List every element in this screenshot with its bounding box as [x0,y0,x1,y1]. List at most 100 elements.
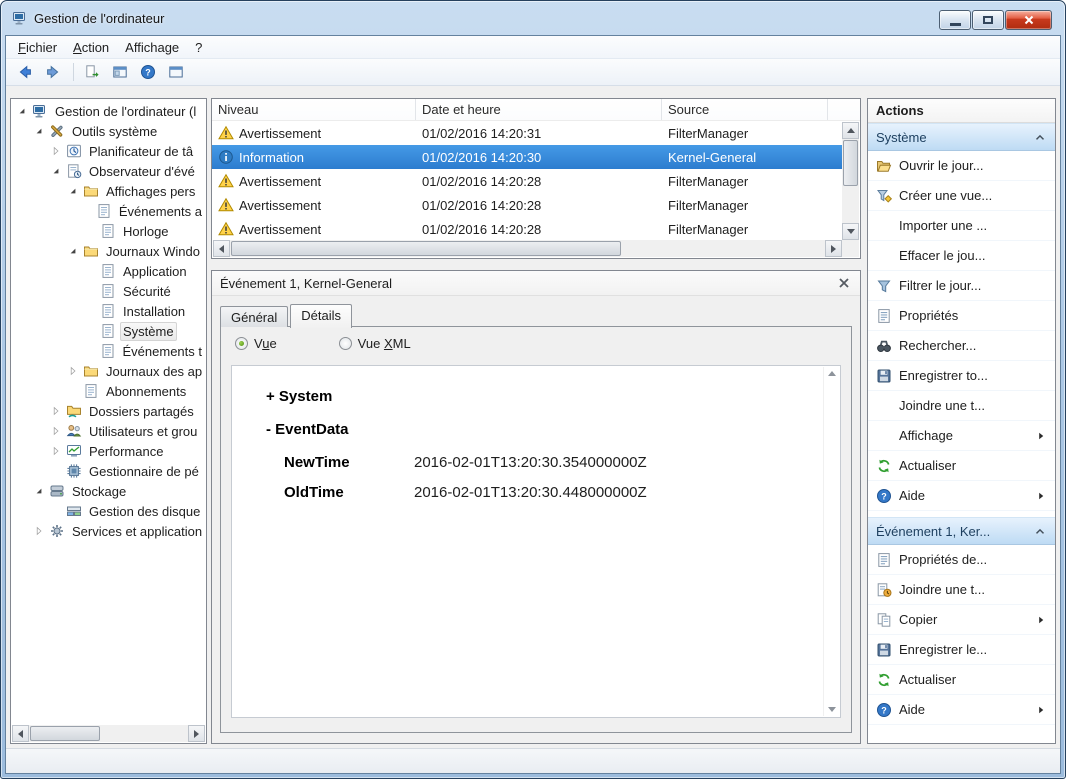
action-proprietes[interactable]: Propriétés [868,301,1055,331]
tree-horizontal-scrollbar[interactable] [12,725,205,742]
scrollbar-track[interactable] [230,240,825,257]
back-button[interactable] [12,60,38,84]
tree-item-application[interactable]: Application [12,261,205,281]
column-header-source[interactable]: Source [662,99,828,120]
tree-item-observateur-d-eve[interactable]: Observateur d'évé [12,161,205,181]
tree-item-services-et-application[interactable]: Services et application [12,521,205,541]
action-filtrer-le-jour[interactable]: Filtrer le jour... [868,271,1055,301]
show-console-tree-button[interactable] [107,60,133,84]
scroll-right-button[interactable] [825,240,842,257]
actions-section-systeme[interactable]: Système [868,123,1055,151]
tree-item-performance[interactable]: Performance [12,441,205,461]
eventdata-node[interactable]: + System [266,388,822,405]
event-row[interactable]: Avertissement 01/02/2016 14:20:28 FilterMa… [212,193,842,217]
menu-item[interactable]: ? [187,37,210,58]
scroll-down-button[interactable] [842,223,859,240]
menu-action[interactable]: Action [65,37,117,58]
tree-item-gestion-de-l-ordinateur-l[interactable]: Gestion de l'ordinateur (l [12,101,205,121]
tree-item-affichages-pers[interactable]: Affichages pers [12,181,205,201]
expander-expanded-icon[interactable] [33,125,46,138]
scrollbar-thumb[interactable] [30,726,100,741]
menu-affichage[interactable]: Affichage [117,37,187,58]
tree-item-evenements-t[interactable]: Événements t [12,341,205,361]
action-rechercher[interactable]: Rechercher... [868,331,1055,361]
action-joindre-une-t[interactable]: Joindre une t... [868,391,1055,421]
actions-section-evenement-1-ker[interactable]: Événement 1, Ker... [868,517,1055,545]
action-proprietes-de[interactable]: Propriétés de... [868,545,1055,575]
tree-item-horloge[interactable]: Horloge [12,221,205,241]
expander-collapsed-icon[interactable] [50,425,63,438]
scroll-up-icon[interactable] [827,371,836,376]
scroll-up-button[interactable] [842,122,859,139]
expander-expanded-icon[interactable] [50,165,63,178]
export-list-button[interactable] [79,60,105,84]
action-enregistrer-to[interactable]: Enregistrer to... [868,361,1055,391]
menu-fichier[interactable]: Fichier [10,37,65,58]
title-bar[interactable]: Gestion de l'ordinateur [1,1,1065,35]
action-copier[interactable]: Copier [868,605,1055,635]
tree-item-stockage[interactable]: Stockage [12,481,205,501]
action-enregistrer-le[interactable]: Enregistrer le... [868,635,1055,665]
tree-item-journaux-windo[interactable]: Journaux Windo [12,241,205,261]
expander-expanded-icon[interactable] [67,245,80,258]
tree-item-dossiers-partages[interactable]: Dossiers partagés [12,401,205,421]
tree-item-gestion-des-disque[interactable]: Gestion des disque [12,501,205,521]
tree-item-abonnements[interactable]: Abonnements [12,381,205,401]
detail-scrollbar[interactable] [823,367,839,716]
action-aide[interactable]: ? Aide [868,695,1055,725]
scrollbar-track[interactable] [29,725,188,742]
chevron-up-icon[interactable] [1033,524,1047,538]
event-row[interactable]: Avertissement 01/02/2016 14:20:28 FilterMa… [212,217,842,241]
action-actualiser[interactable]: Actualiser [868,665,1055,695]
tree-item-installation[interactable]: Installation [12,301,205,321]
action-joindre-une-t[interactable]: Joindre une t... [868,575,1055,605]
scroll-right-button[interactable] [188,725,205,742]
action-aide[interactable]: ? Aide [868,481,1055,511]
help-button[interactable]: ? [135,60,161,84]
action-affichage[interactable]: Affichage [868,421,1055,451]
tree-item-evenements-a[interactable]: Événements a [12,201,205,221]
action-creer-une-vue[interactable]: Créer une vue... [868,181,1055,211]
tab-general[interactable]: Général [220,306,289,327]
properties-window-button[interactable] [163,60,189,84]
expander-collapsed-icon[interactable] [50,145,63,158]
radio-vue[interactable]: Vue [235,336,277,351]
tree-item-gestionnaire-de-pe[interactable]: Gestionnaire de pé [12,461,205,481]
tree-item-utilisateurs-et-grou[interactable]: Utilisateurs et grou [12,421,205,441]
tree-item-securite[interactable]: Sécurité [12,281,205,301]
expander-expanded-icon[interactable] [33,485,46,498]
scroll-left-button[interactable] [12,725,29,742]
action-actualiser[interactable]: Actualiser [868,451,1055,481]
tree-item-journaux-des-ap[interactable]: Journaux des ap [12,361,205,381]
action-importer-une[interactable]: Importer une ... [868,211,1055,241]
expander-collapsed-icon[interactable] [33,525,46,538]
event-row[interactable]: Avertissement 01/02/2016 14:20:31 FilterMa… [212,121,842,145]
chevron-up-icon[interactable] [1033,130,1047,144]
tree-item-outils-systeme[interactable]: Outils système [12,121,205,141]
tab-details[interactable]: Détails [290,304,352,328]
event-list-vertical-scrollbar[interactable] [842,122,859,240]
minimize-button[interactable] [939,10,971,30]
expander-collapsed-icon[interactable] [50,405,63,418]
expander-collapsed-icon[interactable] [67,365,80,378]
radio-vue-xml[interactable]: Vue XML [338,336,411,351]
action-ouvrir-le-jour[interactable]: Ouvrir le jour... [868,151,1055,181]
expander-expanded-icon[interactable] [67,185,80,198]
forward-button[interactable] [40,60,66,84]
close-button[interactable] [1005,10,1052,30]
tree-item-systeme[interactable]: Système [12,321,205,341]
action-effacer-le-jou[interactable]: Effacer le jou... [868,241,1055,271]
maximize-button[interactable] [972,10,1004,30]
expander-expanded-icon[interactable] [16,105,29,118]
scrollbar-thumb[interactable] [231,241,621,256]
close-detail-button[interactable] [836,275,852,291]
event-list-horizontal-scrollbar[interactable] [213,240,842,257]
scroll-left-button[interactable] [213,240,230,257]
event-row[interactable]: Information 01/02/2016 14:20:30 Kernel-Gen… [212,145,842,169]
scrollbar-thumb[interactable] [843,140,858,186]
scroll-down-icon[interactable] [827,707,836,712]
expander-collapsed-icon[interactable] [50,445,63,458]
column-header-niveau[interactable]: Niveau [212,99,416,120]
tree-item-planificateur-de-ta[interactable]: Planificateur de tâ [12,141,205,161]
eventdata-node[interactable]: - EventData [266,421,822,438]
